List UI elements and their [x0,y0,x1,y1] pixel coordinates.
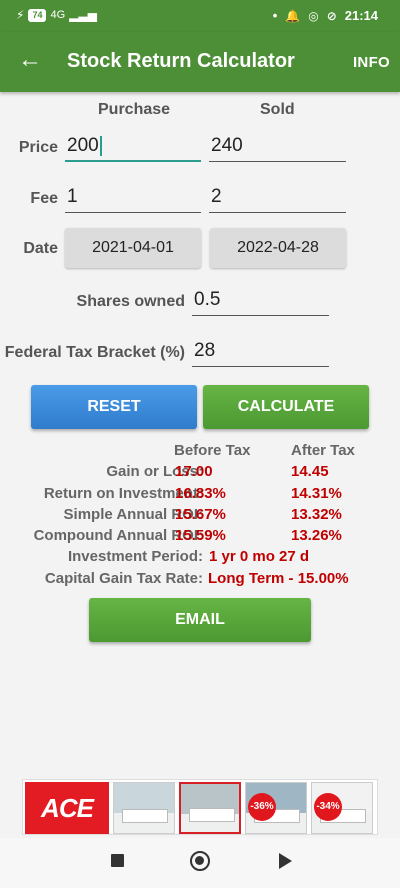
ad-banner[interactable]: ACE -36% -34% [22,779,378,835]
purchase-price-input[interactable]: 200 [65,132,201,162]
simple-roi-after: 13.32% [291,506,342,523]
ad-product-thumb[interactable]: -34% [311,782,373,834]
shares-owned-value: 0.5 [194,289,221,310]
purchase-fee-input[interactable]: 1 [65,183,201,213]
signal-icon: ▂▃▅ [69,8,97,22]
info-button[interactable]: INFO [353,54,390,71]
alarm-icon: 🔔 [285,8,301,23]
tax-bracket-input[interactable]: 28 [192,337,329,367]
app-bar: ← Stock Return Calculator INFO [0,32,400,92]
roi-after: 14.31% [291,485,342,502]
sold-fee-value: 2 [211,186,222,207]
ace-logo[interactable]: ACE [25,782,109,834]
purchase-price-value: 200 [67,135,99,156]
reset-button[interactable]: RESET [31,385,197,429]
calculate-button[interactable]: CALCULATE [203,385,369,429]
after-tax-header: After Tax [291,442,355,459]
gain-loss-before: 17.00 [175,463,213,480]
date-label: Date [23,240,58,257]
daybed-image [122,809,168,823]
sold-column-header: Sold [260,101,295,118]
sold-fee-input[interactable]: 2 [209,183,346,213]
ad-product-thumb[interactable] [113,782,175,834]
purchase-column-header: Purchase [98,101,171,118]
text-cursor [99,135,102,156]
price-label: Price [18,139,58,156]
gain-loss-after: 14.45 [291,463,329,480]
charging-icon: ⚡ [16,8,25,22]
before-tax-header: Before Tax [174,442,251,459]
discount-badge: -34% [314,793,342,821]
sold-price-input[interactable]: 240 [209,132,346,162]
ad-product-thumb-selected[interactable] [179,782,241,834]
purchase-date-button[interactable]: 2021-04-01 [65,228,201,268]
fee-label: Fee [30,190,58,207]
battery-indicator: 74 [28,8,47,22]
compound-roi-after: 13.26% [291,527,342,544]
tax-bracket-value: 28 [194,340,216,361]
sync-icon: ⊘ [326,8,337,23]
purchase-fee-value: 1 [67,186,78,207]
sold-price-value: 240 [211,135,243,156]
simple-roi-before: 15.67% [175,506,226,523]
status-bar: ⚡ 74 4G ▂▃▅ • 🔔 ◎ ⊘ 21:14 [0,0,400,32]
page-title: Stock Return Calculator [67,50,295,72]
investment-period-label: Investment Period: [67,548,203,565]
recents-icon[interactable] [111,854,124,867]
sold-date-button[interactable]: 2022-04-28 [210,228,346,268]
tax-bracket-label: Federal Tax Bracket (%) [4,344,185,361]
network-type: 4G [50,9,66,21]
status-left: ⚡ 74 4G ▂▃▅ [16,8,97,22]
vpn-icon: ◎ [308,8,319,23]
arrow-back-icon[interactable]: ← [18,48,42,72]
roi-before: 16.83% [175,485,226,502]
ad-product-thumb[interactable]: -36% [245,782,307,834]
shares-owned-input[interactable]: 0.5 [192,286,329,316]
status-right: • 🔔 ◎ ⊘ 21:14 [273,8,378,23]
shares-owned-label: Shares owned [76,293,185,310]
system-nav-bar [0,838,400,888]
capital-gain-rate-value: Long Term - 15.00% [208,570,349,587]
home-icon[interactable] [190,851,210,871]
capital-gain-rate-label: Capital Gain Tax Rate: [44,570,203,587]
investment-period-value: 1 yr 0 mo 27 d [209,548,310,565]
compound-roi-before: 15.59% [175,527,226,544]
email-button[interactable]: EMAIL [89,598,311,642]
back-triangle-icon[interactable] [279,853,292,869]
clock: 21:14 [344,8,378,23]
daybed-image [189,808,235,822]
notification-dot: • [272,8,278,23]
discount-badge: -36% [248,793,276,821]
